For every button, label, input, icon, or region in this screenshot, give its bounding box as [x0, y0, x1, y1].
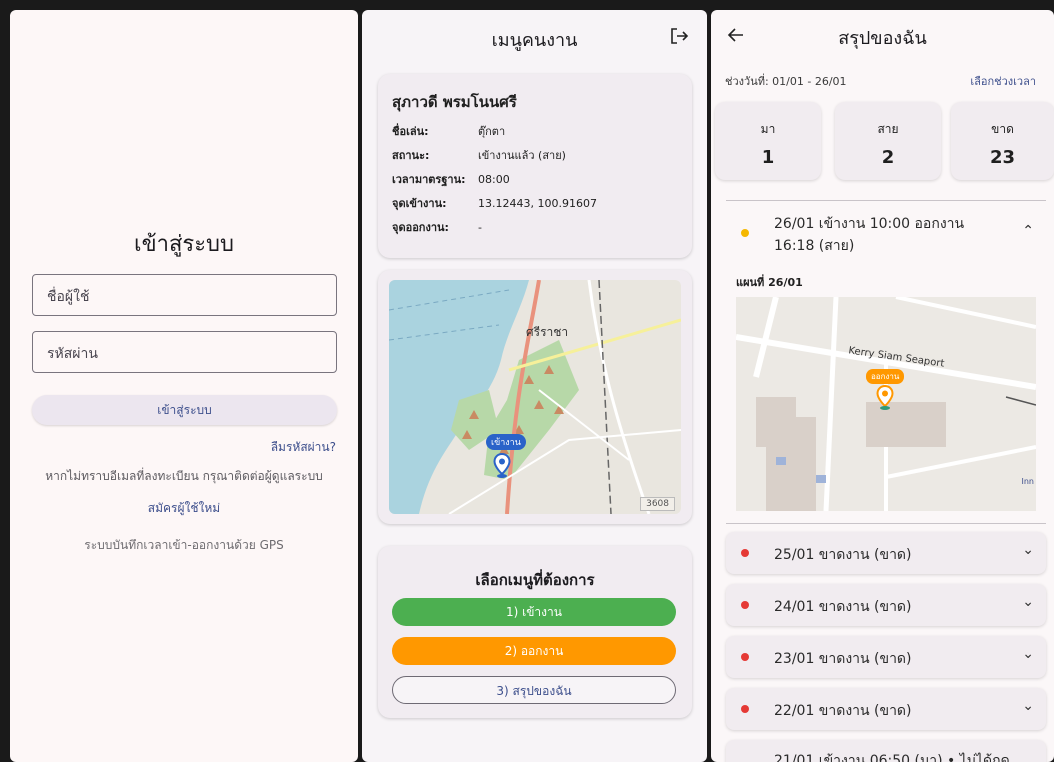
summary-screen: สรุปของฉัน ช่วงวันที่: 01/01 - 26/01 เลื… [711, 10, 1054, 762]
username-input[interactable]: ชื่อผู้ใช้ [32, 274, 337, 316]
expanded-record-text: 26/01 เข้างาน 10:00 ออกงาน 16:18 (สาย) [774, 216, 965, 254]
checkin-marker-label: เข้างาน [486, 434, 526, 450]
record-map[interactable]: Kerry Siam Seaport ออกงาน Inn [736, 297, 1036, 511]
profile-row-checkin-point: จุดเข้างาน: 13.12443, 100.91607 [392, 197, 597, 210]
logout-icon[interactable] [669, 26, 689, 46]
map-canvas [389, 280, 681, 514]
chevron-down-icon[interactable]: ⌄ [1022, 698, 1034, 714]
login-title: เข้าสู่ระบบ [134, 232, 234, 257]
register-link[interactable]: สมัครผู้ใช้ใหม่ [10, 499, 358, 518]
my-summary-button[interactable]: 3) สรุปของฉัน [392, 676, 676, 704]
profile-row-standard-time: เวลามาตรฐาน: 08:00 [392, 173, 510, 186]
chevron-down-icon[interactable]: ⌄ [1022, 594, 1034, 610]
record-item-1[interactable]: 24/01 ขาดงาน (ขาด) ⌄ [726, 584, 1046, 626]
profile-row-checkout-point: จุดออกงาน: - [392, 221, 482, 234]
date-range-text: ช่วงวันที่: 01/01 - 26/01 [725, 75, 847, 88]
contact-admin-text: หากไม่ทราบอีเมลที่ลงทะเบียน กรุณาติดต่อผ… [45, 469, 323, 483]
menu-card: เลือกเมนูที่ต้องการ 1) เข้างาน 2) ออกงาน… [378, 546, 692, 718]
choose-menu-title: เลือกเมนูที่ต้องการ [475, 571, 595, 589]
login-screen: เข้าสู่ระบบ ชื่อผู้ใช้ รหัสผ่าน เข้าสู่ร… [10, 10, 358, 762]
choose-range-link[interactable]: เลือกช่วงเวลา [970, 72, 1036, 90]
record-item-2[interactable]: 23/01 ขาดงาน (ขาด) ⌄ [726, 636, 1046, 678]
password-input[interactable]: รหัสผ่าน [32, 331, 337, 373]
login-button[interactable]: เข้าสู่ระบบ [32, 395, 337, 425]
chevron-down-icon[interactable]: ⌄ [1022, 646, 1034, 662]
profile-row-status: สถานะ: เข้างานแล้ว (สาย) [392, 149, 566, 162]
profile-name: สุภาวดี พรมโนนศรี [392, 93, 517, 111]
record-item-3[interactable]: 22/01 ขาดงาน (ขาด) ⌄ [726, 688, 1046, 730]
page-title: เมนูคนงาน [491, 30, 578, 51]
summary-title: สรุปของฉัน [838, 28, 927, 49]
checkout-pin-icon [876, 385, 894, 410]
record-item-4[interactable]: 21/01 เข้างาน 06:50 (มา) • ไม่ได้กด [726, 740, 1046, 762]
footer-text: ระบบบันทึกเวลาเข้า-ออกงานด้วย GPS [84, 538, 284, 552]
late-status-dot [741, 229, 749, 237]
absent-status-dot [741, 653, 749, 661]
location-pin-icon [493, 453, 511, 478]
chevron-down-icon[interactable]: ⌄ [1022, 542, 1034, 558]
expanded-record-header[interactable]: 26/01 เข้างาน 10:00 ออกงาน 16:18 (สาย) ⌃ [726, 201, 1046, 263]
stat-absent: ขาด 23 [951, 102, 1054, 180]
app-bar: เมนูคนงาน [362, 10, 707, 62]
stat-late: สาย 2 [835, 102, 941, 180]
checkin-map[interactable]: ศรีราชา เข้างาน 3608 [389, 280, 681, 514]
checkout-button[interactable]: 2) ออกงาน [392, 637, 676, 665]
forgot-password-link[interactable]: ลืมรหัสผ่าน? [271, 438, 336, 457]
absent-status-dot [741, 601, 749, 609]
chevron-up-icon[interactable]: ⌃ [1022, 223, 1034, 239]
profile-card: สุภาวดี พรมโนนศรี ชื่อเล่น: ตุ๊กตา สถานะ:… [378, 74, 692, 258]
record-map-title: แผนที่ 26/01 [736, 276, 803, 289]
checkin-button[interactable]: 1) เข้างาน [392, 598, 676, 626]
absent-status-dot [741, 705, 749, 713]
summary-app-bar: สรุปของฉัน [711, 10, 1054, 62]
map-city-label: ศรีราชา [526, 325, 569, 339]
stat-present: มา 1 [715, 102, 821, 180]
checkout-marker-label: ออกงาน [866, 369, 905, 384]
profile-row-nickname: ชื่อเล่น: ตุ๊กตา [392, 125, 506, 138]
worker-menu-screen: เมนูคนงาน สุภาวดี พรมโนนศรี ชื่อเล่น: ตุ๊… [362, 10, 707, 762]
map-card: ศรีราชา เข้างาน 3608 [378, 270, 692, 524]
road-number-badge: 3608 [640, 497, 675, 511]
map-place-label: Inn [1021, 477, 1035, 486]
expanded-record: 26/01 เข้างาน 10:00 ออกงาน 16:18 (สาย) ⌃… [726, 200, 1046, 524]
absent-status-dot [741, 549, 749, 557]
record-item-0[interactable]: 25/01 ขาดงาน (ขาด) ⌄ [726, 532, 1046, 574]
